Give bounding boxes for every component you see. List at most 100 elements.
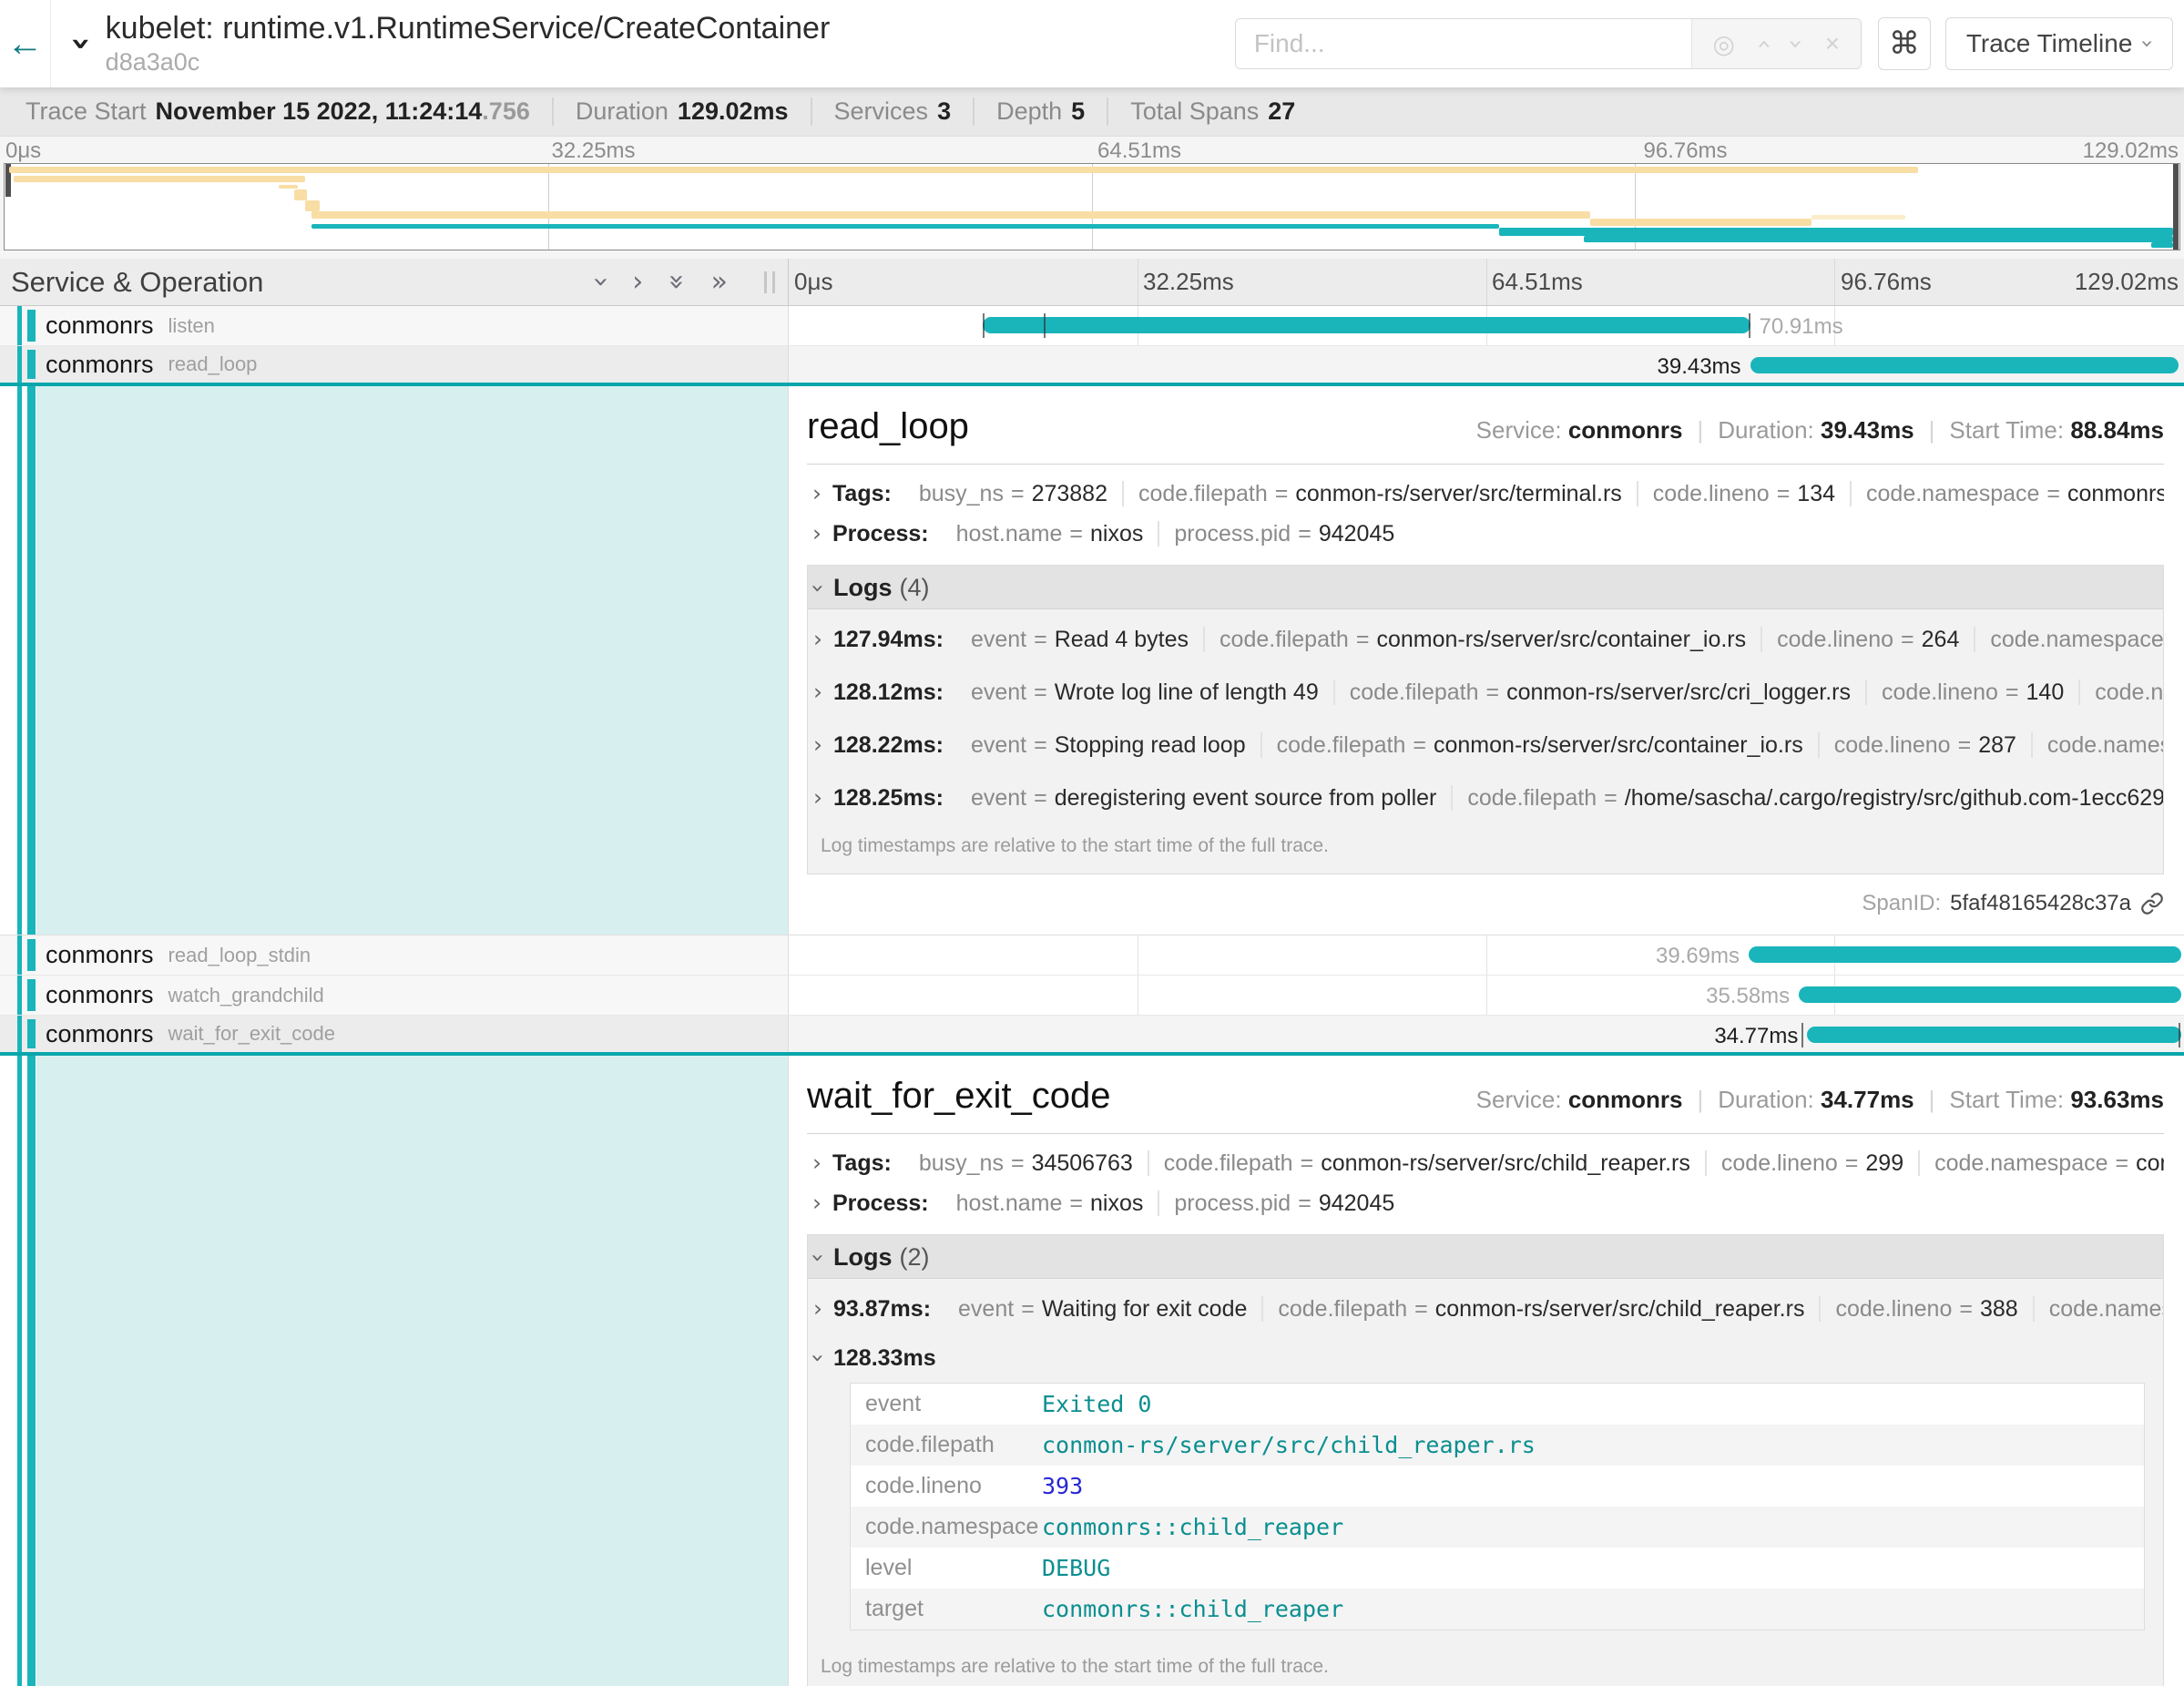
- span-name-cell[interactable]: conmonrsread_loop_stdin: [0, 935, 789, 975]
- key-value-pair: busy_ns=273882: [904, 481, 1124, 506]
- minimap-canvas[interactable]: [4, 163, 2180, 250]
- meta-divider: |: [1929, 1086, 1935, 1113]
- key-value-pair: event=Waiting for exit code: [944, 1296, 1263, 1322]
- span-name-cell[interactable]: conmonrslisten: [0, 306, 789, 345]
- meta-divider: |: [1929, 416, 1935, 444]
- span-timeline-cell[interactable]: 39.43ms: [789, 346, 2184, 383]
- log-entry[interactable]: ›127.94ms:event=Read 4 bytescode.filepat…: [808, 617, 2163, 662]
- span-duration-bar[interactable]: [1749, 946, 2181, 963]
- indent-guide: [17, 935, 22, 975]
- span-detail-highlight: [36, 386, 788, 935]
- process-row[interactable]: ›Process:host.name=nixosprocess.pid=9420…: [807, 1183, 2164, 1223]
- span-name-cell[interactable]: conmonrsread_loop: [0, 346, 789, 383]
- log-entry[interactable]: ›93.87ms:event=Waiting for exit codecode…: [808, 1286, 2163, 1332]
- process-row[interactable]: ›Process:host.name=nixosprocess.pid=9420…: [807, 514, 2164, 554]
- next-match-icon[interactable]: ›: [1781, 38, 1811, 48]
- span-name-cell[interactable]: conmonrswait_for_exit_code: [0, 1016, 789, 1052]
- logs-header[interactable]: ›Logs(2): [808, 1235, 2163, 1279]
- key-value-pair: code.namespace=conmonrs::child_reap...: [1920, 1150, 2164, 1176]
- span-duration-bar[interactable]: [1750, 357, 2179, 373]
- log-entry[interactable]: ›128.12ms:event=Wrote log line of length…: [808, 669, 2163, 715]
- column-resize-grip[interactable]: [764, 271, 775, 293]
- collapse-trace-header-icon[interactable]: ›: [62, 36, 102, 51]
- logs-header[interactable]: ›Logs(4): [808, 566, 2163, 609]
- view-selector-button[interactable]: Trace Timeline ›: [1945, 17, 2173, 70]
- kv-key: code.filepath: [1220, 627, 1349, 652]
- collapse-log-entry-icon: ›: [797, 1354, 839, 1363]
- kv-equals: =: [1069, 521, 1083, 547]
- key-value-pair: code.namespace=conmonrs::co...: [1975, 627, 2163, 652]
- logs-title: Logs: [833, 574, 893, 601]
- kv-value: nixos: [1090, 1190, 1143, 1216]
- tags-row[interactable]: ›Tags:busy_ns=34506763code.filepath=conm…: [807, 1143, 2164, 1183]
- span-row[interactable]: conmonrswait_for_exit_code 34.77ms: [0, 1016, 2184, 1056]
- span-timeline-cell[interactable]: 34.77ms: [789, 1016, 2184, 1052]
- kv-value: conmon-rs/server/src/terminal.rs: [1295, 481, 1621, 506]
- prev-match-icon[interactable]: ›: [1749, 38, 1779, 48]
- trace-title-block: kubelet: runtime.v1.RuntimeService/Creat…: [106, 11, 831, 77]
- log-field-value: DEBUG: [1042, 1555, 1110, 1581]
- minimap-span: [311, 211, 1590, 219]
- key-value-pair: code.namespace=conmon...: [2033, 732, 2163, 758]
- summary-item-value: 129.02ms: [678, 97, 789, 125]
- log-entry[interactable]: ›128.25ms:event=deregistering event sour…: [808, 775, 2163, 821]
- span-detail-header: read_loopService: conmonrs|Duration: 39.…: [807, 406, 2164, 447]
- key-value-pair: code.lineno=264: [1762, 627, 1975, 652]
- kv-key: code.namespace: [2047, 732, 2163, 758]
- service-color-stripe: [27, 1056, 36, 1686]
- collapse-all-icon[interactable]: »: [661, 273, 693, 290]
- back-arrow-icon: ←: [7, 24, 44, 65]
- kv-equals: =: [1069, 1190, 1083, 1216]
- timeline-tick-label: 32.25ms: [552, 138, 636, 164]
- collapse-one-icon[interactable]: ›: [586, 277, 617, 288]
- command-icon: ⌘: [1889, 26, 1920, 62]
- kv-equals: =: [1011, 1150, 1025, 1176]
- timeline-column-header: 0μs32.25ms64.51ms96.76ms129.02ms: [789, 259, 2184, 305]
- log-fields-table: eventExited 0code.filepathconmon-rs/serv…: [850, 1383, 2145, 1630]
- span-row[interactable]: conmonrsread_loop39.43ms: [0, 346, 2184, 386]
- span-row[interactable]: conmonrswatch_grandchild 35.58ms: [0, 976, 2184, 1016]
- kv-equals: =: [1298, 1190, 1311, 1216]
- span-detail-header: wait_for_exit_codeService: conmonrs|Dura…: [807, 1076, 2164, 1117]
- back-button[interactable]: ←: [0, 0, 51, 87]
- key-value-pair: code.lineno=388: [1821, 1296, 2034, 1322]
- tags-row[interactable]: ›Tags:busy_ns=273882code.filepath=conmon…: [807, 474, 2164, 514]
- meta-value: conmonrs: [1568, 1086, 1683, 1113]
- span-duration-label: 34.77ms: [1714, 1024, 1798, 1049]
- span-row[interactable]: conmonrsread_loop_stdin39.69ms: [0, 935, 2184, 976]
- kv-key: code.filepath: [1467, 785, 1597, 811]
- span-duration-bar[interactable]: [1807, 1027, 2181, 1043]
- kv-key: code.namespace: [1866, 481, 2039, 506]
- keyboard-shortcuts-button[interactable]: ⌘: [1878, 17, 1931, 70]
- span-timeline-cell[interactable]: 35.58ms: [789, 976, 2184, 1015]
- span-timeline-cell[interactable]: 70.91ms: [789, 306, 2184, 345]
- span-link-icon[interactable]: [2140, 892, 2164, 915]
- find-input[interactable]: [1236, 19, 1691, 68]
- expand-one-icon[interactable]: ›: [632, 266, 643, 298]
- key-value-pair: host.name=nixos: [942, 1190, 1160, 1216]
- expand-all-icon[interactable]: »: [711, 266, 728, 298]
- logs-count: (4): [900, 574, 930, 601]
- minimap-right-drag-handle[interactable]: [2173, 164, 2179, 250]
- span-duration-bar[interactable]: [1799, 986, 2181, 1003]
- log-entry[interactable]: ›128.22ms:event=Stopping read loopcode.f…: [808, 722, 2163, 768]
- kv-key: code.namespace: [2049, 1296, 2163, 1322]
- minimap-span: [9, 167, 1919, 173]
- focus-match-icon[interactable]: ◎: [1713, 29, 1735, 59]
- kv-value: conmon-rs/server/src/container_io.rs: [1376, 627, 1746, 652]
- span-duration-label: 35.58ms: [1706, 984, 1790, 1009]
- span-timeline-cell[interactable]: 39.69ms: [789, 935, 2184, 975]
- kv-equals: =: [2116, 1150, 2129, 1176]
- span-row[interactable]: conmonrslisten70.91ms: [0, 306, 2184, 346]
- summary-item-label: Depth: [996, 97, 1062, 125]
- meta-label: Start Time:: [1949, 1086, 2070, 1113]
- log-entry-expanded-header[interactable]: ›128.33ms: [808, 1337, 2163, 1379]
- meta-value: 39.43ms: [1821, 416, 1914, 444]
- minimap-span: [279, 185, 298, 189]
- span-duration-bar[interactable]: [983, 317, 1750, 333]
- indent-guide: [17, 306, 22, 345]
- span-name-cell[interactable]: conmonrswatch_grandchild: [0, 976, 789, 1015]
- logs-section: ›Logs(4)›127.94ms:event=Read 4 bytescode…: [807, 565, 2164, 874]
- clear-find-icon[interactable]: ×: [1825, 29, 1840, 58]
- kv-value: conmon-rs/server/src/child_reaper.rs: [1435, 1296, 1805, 1322]
